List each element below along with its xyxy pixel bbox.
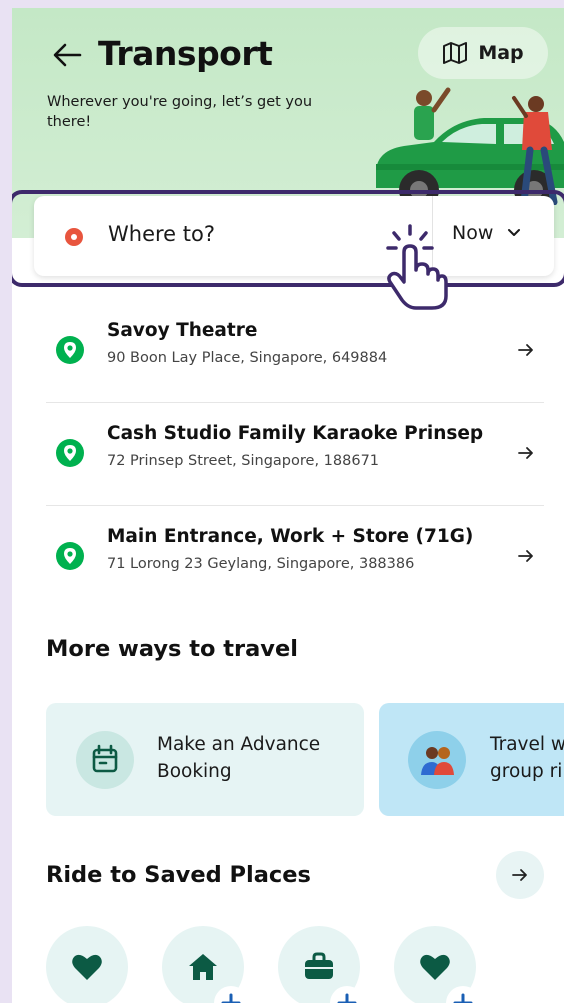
group-icon: [408, 731, 466, 789]
map-button-label: Map: [478, 42, 524, 64]
arrow-right-icon: [512, 869, 527, 881]
list-item[interactable]: Cash Studio Family Karaoke Prinsep 72 Pr…: [46, 403, 544, 506]
time-select-value: Now: [452, 222, 494, 244]
add-badge: [446, 986, 480, 1003]
more-ways-title: More ways to travel: [46, 636, 298, 662]
saved-place-work-button[interactable]: [278, 926, 364, 1003]
location-pin-icon: [56, 542, 84, 570]
location-pin-icon: [56, 336, 84, 364]
saved-place-favourite-button[interactable]: [46, 926, 128, 1003]
advance-booking-label: Make an Advance Booking: [157, 734, 321, 782]
heart-icon: [420, 954, 450, 980]
place-name: Savoy Theatre: [107, 320, 258, 341]
plus-icon: [337, 993, 357, 1003]
transport-screen: Transport Wherever you're going, let’s g…: [12, 8, 564, 1003]
group-ride-label: Travel w group ri: [490, 734, 564, 782]
saved-places-more-button[interactable]: [496, 851, 544, 899]
page-title: Transport: [98, 34, 273, 73]
place-name: Main Entrance, Work + Store (71G): [107, 526, 474, 547]
location-pin-icon: [56, 439, 84, 467]
group-ride-card[interactable]: Travel w group ri: [379, 703, 564, 816]
add-badge: [330, 986, 364, 1003]
search-input[interactable]: Where to?: [108, 222, 215, 246]
briefcase-icon: [305, 952, 333, 979]
place-address: 90 Boon Lay Place, Singapore, 649884: [107, 350, 388, 366]
list-item[interactable]: Savoy Theatre 90 Boon Lay Place, Singapo…: [46, 300, 544, 403]
arrow-right-icon: [518, 447, 533, 459]
heart-icon: [72, 954, 102, 980]
chevron-down-icon: [508, 229, 521, 236]
arrow-right-icon: [518, 550, 533, 562]
destination-dot-icon: [65, 228, 83, 246]
saved-places-title: Ride to Saved Places: [46, 862, 311, 888]
plus-icon: [453, 993, 473, 1003]
destination-search-bar[interactable]: Where to? Now: [34, 196, 554, 276]
car-illustration: [376, 87, 564, 205]
page-subtitle: Wherever you're going, let’s get you the…: [47, 94, 313, 130]
saved-place-add-favourite-button[interactable]: [394, 926, 480, 1003]
tap-hand-icon: [386, 224, 448, 310]
place-name: Cash Studio Family Karaoke Prinsep: [107, 423, 484, 444]
time-select[interactable]: Now: [452, 222, 521, 244]
add-badge: [214, 986, 248, 1003]
saved-place-home-button[interactable]: [162, 926, 248, 1003]
map-button[interactable]: Map: [418, 27, 548, 79]
plus-icon: [221, 993, 241, 1003]
place-address: 72 Prinsep Street, Singapore, 188671: [107, 453, 380, 469]
arrow-right-icon: [518, 344, 533, 356]
home-icon: [189, 954, 217, 980]
calendar-icon: [76, 731, 134, 789]
place-address: 71 Lorong 23 Geylang, Singapore, 388386: [107, 556, 415, 572]
recent-places-list: Savoy Theatre 90 Boon Lay Place, Singapo…: [46, 300, 544, 609]
list-item[interactable]: Main Entrance, Work + Store (71G) 71 Lor…: [46, 506, 544, 609]
map-icon: [443, 42, 468, 64]
back-arrow-icon[interactable]: [50, 38, 84, 72]
advance-booking-card[interactable]: Make an Advance Booking: [46, 703, 364, 816]
